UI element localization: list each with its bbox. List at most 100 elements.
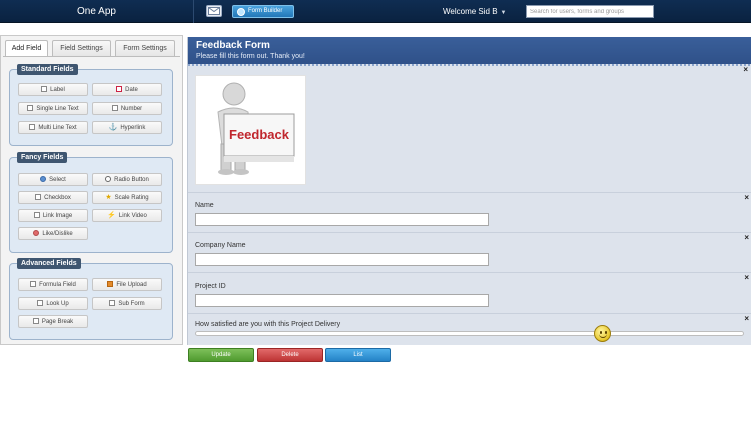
form-field-name: × Name (188, 192, 751, 232)
add-look-up-field-button[interactable]: Look Up (18, 297, 88, 310)
field-label: Project ID (195, 283, 226, 290)
add-page-break-field-button[interactable]: Page Break (18, 315, 88, 328)
subform-icon (109, 300, 116, 306)
anchor-icon: ⚓ (108, 124, 118, 131)
field-button-label: Label (50, 87, 65, 93)
add-number-field-button[interactable]: Number (92, 102, 162, 115)
add-link-image-field-button[interactable]: Link Image (18, 209, 88, 222)
delete-button[interactable]: Delete (257, 348, 323, 362)
add-link-video-field-button[interactable]: ⚡ Link Video (92, 209, 162, 222)
chevron-down-icon: ▼ (500, 10, 507, 16)
user-menu[interactable]: Welcome Sid B ▼ (443, 0, 507, 23)
field-button-label: Page Break (41, 319, 74, 325)
form-title: Feedback Form (196, 40, 270, 51)
add-date-field-button[interactable]: Date (92, 83, 162, 96)
form-field-satisfaction-rating: × How satisfied are you with this Projec… (188, 313, 751, 345)
field-button-label: Checkbox (44, 195, 71, 201)
number-icon (111, 105, 118, 111)
field-button-label: Date (125, 87, 138, 93)
add-single-line-text-button[interactable]: Single Line Text (18, 102, 88, 115)
form-builder-button[interactable]: Form Builder (232, 5, 294, 18)
feedback-image-text: Feedback (229, 127, 290, 142)
form-builder-label: Form Builder (248, 8, 283, 14)
multi-line-text-icon (29, 124, 36, 130)
field-button-label: Look Up (46, 301, 69, 307)
add-radio-button-field-button[interactable]: Radio Button (92, 173, 162, 186)
remove-field-close-icon[interactable]: × (744, 234, 749, 242)
field-button-label: Like/Dislike (42, 231, 73, 237)
smiley-slider-handle-icon[interactable] (594, 325, 611, 342)
page-break-icon (32, 318, 39, 324)
form-field-company-name: × Company Name (188, 232, 751, 272)
group-title: Fancy Fields (17, 152, 68, 163)
top-navigation-bar: One App Form Builder Welcome Sid B ▼ (0, 0, 751, 23)
field-button-label: Radio Button (114, 177, 149, 183)
project-id-input[interactable] (195, 294, 489, 307)
field-button-label: Number (120, 106, 143, 112)
tab-field-settings[interactable]: Field Settings (52, 40, 111, 56)
calendar-icon (116, 86, 123, 92)
add-formula-field-button[interactable]: Formula Field (18, 278, 88, 291)
add-like-dislike-field-button[interactable]: Like/Dislike (18, 227, 88, 240)
list-button[interactable]: List (325, 348, 391, 362)
tab-form-settings[interactable]: Form Settings (115, 40, 175, 56)
field-button-label: Select (49, 177, 66, 183)
add-select-field-button[interactable]: Select (18, 173, 88, 186)
envelope-icon[interactable] (206, 5, 222, 17)
field-label: Company Name (195, 242, 246, 249)
form-description: Please fill this form out. Thank you! (196, 53, 305, 60)
advanced-fields-group: Advanced Fields Formula Field File Uploa… (9, 258, 173, 340)
image-icon (33, 212, 40, 218)
form-builder-icon (237, 8, 245, 16)
star-icon: ★ (105, 194, 112, 201)
search-input[interactable] (526, 5, 654, 18)
upload-icon (107, 281, 114, 287)
lookup-icon (37, 300, 44, 306)
app-title[interactable]: One App (0, 0, 194, 23)
remove-field-close-icon[interactable]: × (744, 274, 749, 282)
add-checkbox-field-button[interactable]: Checkbox (18, 191, 88, 204)
checkbox-icon (35, 194, 42, 200)
remove-field-close-icon[interactable]: × (744, 315, 749, 323)
add-hyperlink-field-button[interactable]: ⚓ Hyperlink (92, 121, 162, 134)
add-multi-line-text-button[interactable]: Multi Line Text (18, 121, 88, 134)
company-name-input[interactable] (195, 253, 489, 266)
single-line-text-icon (27, 105, 34, 111)
add-scale-rating-field-button[interactable]: ★ Scale Rating (92, 191, 162, 204)
field-button-label: Multi Line Text (38, 125, 77, 131)
field-button-label: Link Video (118, 213, 147, 219)
remove-field-close-icon[interactable]: × (744, 194, 749, 202)
satisfaction-slider-track[interactable] (195, 331, 744, 336)
radio-icon (105, 176, 112, 182)
field-palette-panel: Add Field Field Settings Form Settings S… (0, 35, 183, 345)
welcome-text: Welcome Sid B (443, 7, 498, 16)
tab-add-field[interactable]: Add Field (5, 40, 48, 57)
form-field-project-id: × Project ID (188, 272, 751, 313)
form-canvas: Feedback Form Please fill this form out.… (187, 37, 751, 345)
field-button-label: Formula Field (39, 282, 76, 288)
add-label-field-button[interactable]: Label (18, 83, 88, 96)
remove-image-field-close-icon[interactable]: × (743, 66, 748, 74)
field-button-label: Scale Rating (114, 195, 149, 201)
select-icon (40, 176, 47, 182)
tab-divider (3, 56, 180, 57)
field-label: How satisfied are you with this Project … (195, 321, 341, 328)
add-file-upload-field-button[interactable]: File Upload (92, 278, 162, 291)
like-icon (33, 230, 40, 236)
name-input[interactable] (195, 213, 489, 226)
group-title: Standard Fields (17, 64, 78, 75)
feedback-image: Feedback (195, 75, 306, 185)
header-divider (188, 64, 751, 66)
update-button[interactable]: Update (188, 348, 254, 362)
group-title: Advanced Fields (17, 258, 81, 269)
field-button-label: Single Line Text (36, 106, 79, 112)
add-sub-form-field-button[interactable]: Sub Form (92, 297, 162, 310)
field-button-label: Hyperlink (120, 125, 146, 131)
label-icon (41, 86, 48, 92)
form-header[interactable]: Feedback Form Please fill this form out.… (188, 37, 751, 64)
video-icon: ⚡ (107, 212, 116, 219)
standard-fields-group: Standard Fields Label Date Single Line T… (9, 64, 173, 146)
formula-icon (30, 281, 37, 287)
field-label: Name (195, 202, 214, 209)
field-button-label: Link Image (42, 213, 73, 219)
